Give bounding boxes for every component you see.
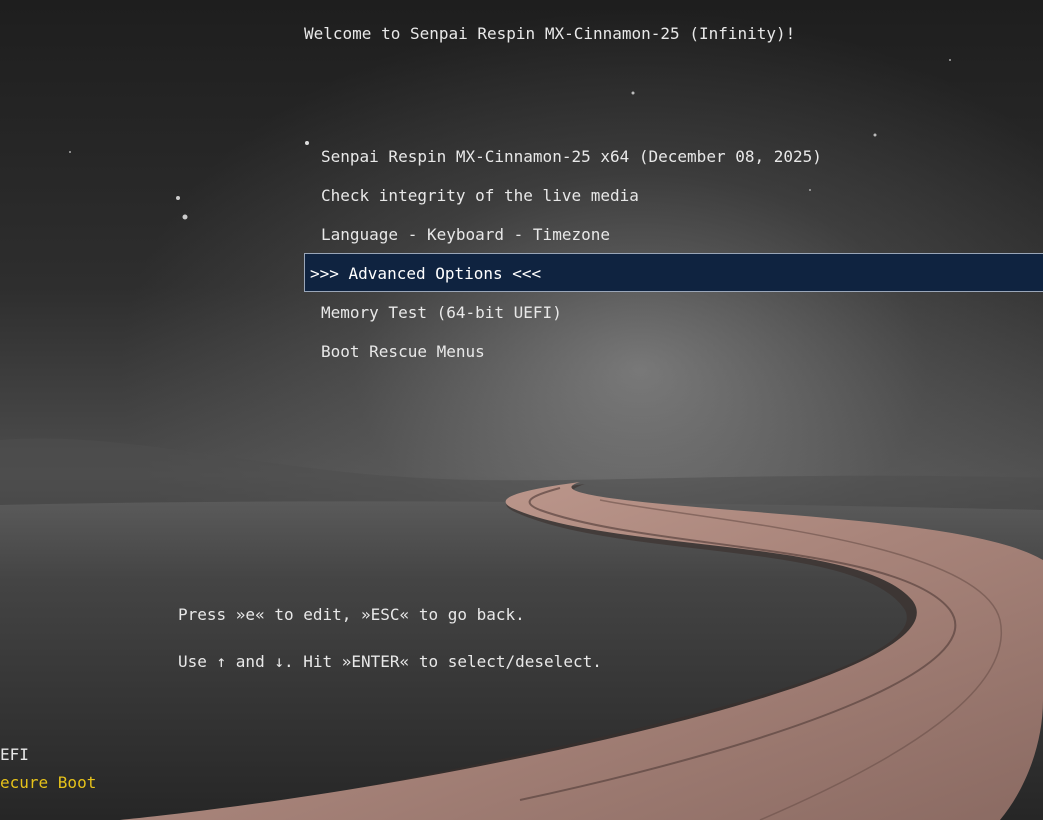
menu-item-boot-rescue[interactable]: Boot Rescue Menus	[304, 331, 1043, 370]
boot-menu-screen: Welcome to Senpai Respin MX-Cinnamon-25 …	[0, 0, 1043, 820]
status-secure-boot: ecure Boot	[0, 773, 97, 792]
status-efi-mode: EFI	[0, 745, 29, 764]
help-text-edit: Press »e« to edit, »ESC« to go back.	[178, 605, 525, 624]
menu-item-boot-live[interactable]: Senpai Respin MX-Cinnamon-25 x64 (Decemb…	[304, 136, 1043, 175]
welcome-title: Welcome to Senpai Respin MX-Cinnamon-25 …	[304, 24, 796, 43]
menu-item-check-integrity[interactable]: Check integrity of the live media	[304, 175, 1043, 214]
menu-item-language-keyboard-timezone[interactable]: Language - Keyboard - Timezone	[304, 214, 1043, 253]
help-text-navigate: Use ↑ and ↓. Hit »ENTER« to select/desel…	[178, 652, 602, 671]
menu-item-advanced-options[interactable]: >>> Advanced Options <<<	[304, 253, 1043, 292]
boot-menu: Senpai Respin MX-Cinnamon-25 x64 (Decemb…	[304, 136, 1043, 370]
background-road-artwork	[0, 59, 1043, 820]
menu-item-memory-test[interactable]: Memory Test (64-bit UEFI)	[304, 292, 1043, 331]
